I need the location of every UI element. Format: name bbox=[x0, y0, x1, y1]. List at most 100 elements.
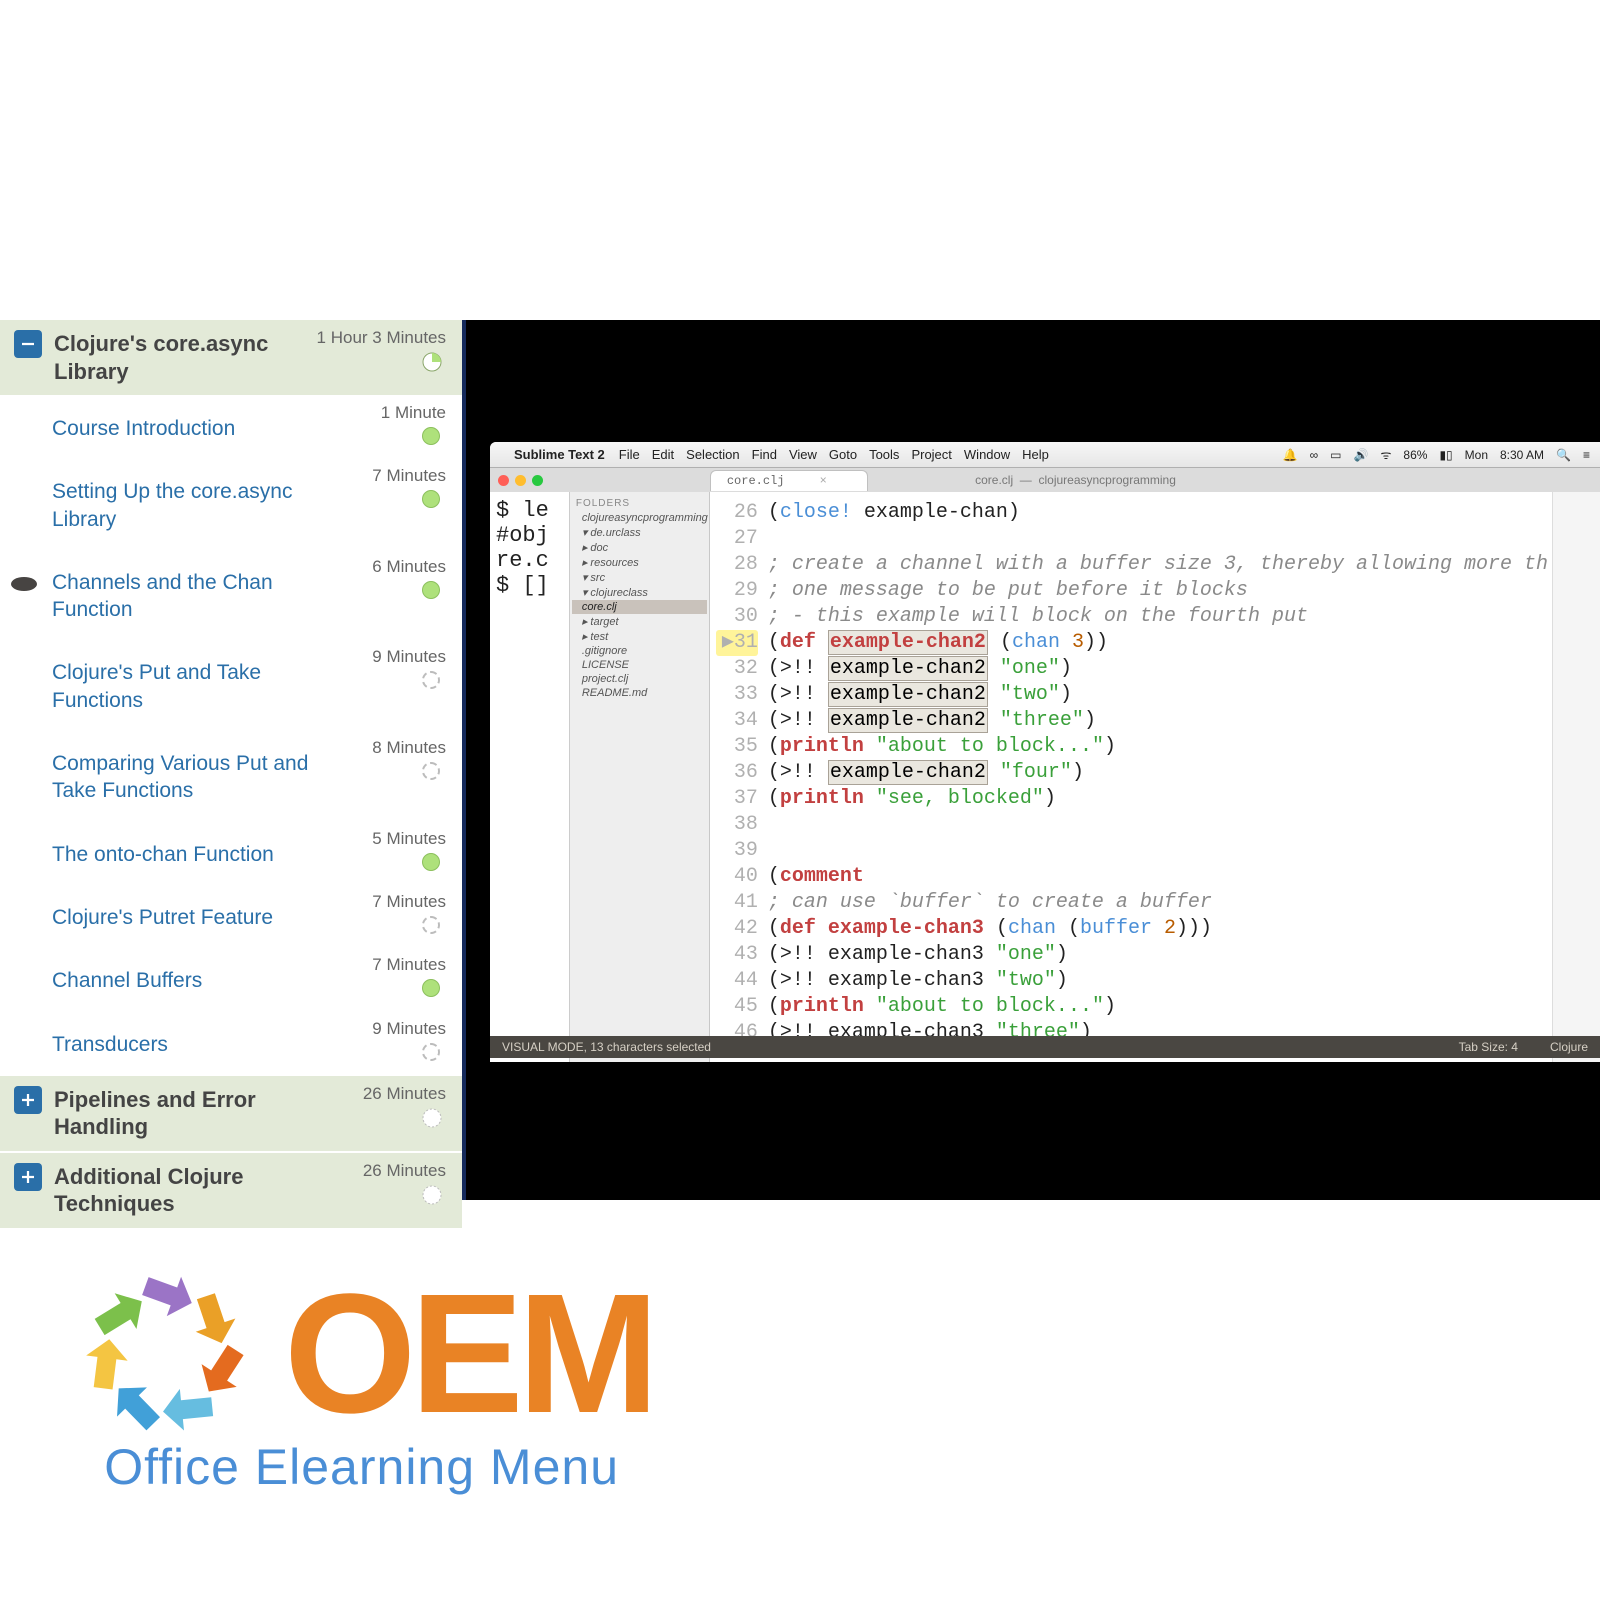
progress-pie-icon bbox=[422, 352, 442, 372]
menu-item[interactable]: Window bbox=[964, 447, 1010, 462]
term-line: #obj bbox=[496, 523, 563, 548]
menu-item[interactable]: File bbox=[619, 447, 640, 462]
brand-logo: OEM Office Elearning Menu bbox=[70, 1256, 653, 1496]
lesson-item[interactable]: Clojure's Put and Take Functions 9 Minut… bbox=[0, 641, 462, 732]
section-title: Pipelines and Error Handling bbox=[54, 1086, 304, 1141]
section-duration: 26 Minutes bbox=[363, 1161, 446, 1181]
window-title-file: core.clj bbox=[975, 473, 1013, 487]
editor-statusbar: VISUAL MODE, 13 characters selected Tab … bbox=[490, 1036, 1600, 1058]
lesson-item[interactable]: Clojure's Putret Feature 7 Minutes bbox=[0, 886, 462, 949]
menu-item[interactable]: Selection bbox=[686, 447, 739, 462]
window-chrome: core.clj — clojureasyncprogramming bbox=[490, 468, 1600, 492]
file-node[interactable]: ▾ clojureclass bbox=[572, 585, 707, 600]
infinity-icon: ∞ bbox=[1310, 448, 1319, 462]
clock-day: Mon bbox=[1465, 448, 1488, 462]
video-player[interactable]: Sublime Text 2 File Edit Selection Find View… bbox=[462, 320, 1600, 1200]
arrows-icon bbox=[70, 1259, 260, 1449]
close-icon[interactable] bbox=[498, 475, 509, 486]
expand-icon[interactable] bbox=[14, 1163, 42, 1191]
code-area[interactable]: (close! example-chan) ; create a channel… bbox=[764, 492, 1552, 1062]
progress-pie-icon bbox=[422, 1185, 442, 1205]
file-node[interactable]: .gitignore bbox=[572, 644, 707, 658]
collapse-icon[interactable] bbox=[14, 330, 42, 358]
status-dot-icon bbox=[422, 671, 440, 689]
tab-close-icon[interactable]: × bbox=[820, 474, 827, 488]
menu-icon: ≡ bbox=[1583, 448, 1590, 462]
section-duration: 26 Minutes bbox=[363, 1084, 446, 1104]
menu-item[interactable]: Help bbox=[1022, 447, 1049, 462]
lesson-duration: 9 Minutes bbox=[372, 1019, 446, 1039]
file-node[interactable]: core.clj bbox=[572, 600, 707, 614]
mac-menubar: Sublime Text 2 File Edit Selection Find View… bbox=[490, 442, 1600, 468]
file-node[interactable]: README.md bbox=[572, 686, 707, 700]
status-lang[interactable]: Clojure bbox=[1550, 1040, 1588, 1054]
course-nav: Clojure's core.async Library 1 Hour 3 Mi… bbox=[0, 320, 462, 1200]
file-node[interactable]: ▾ de.urclass bbox=[572, 525, 707, 540]
status-dot-icon bbox=[422, 1043, 440, 1061]
lesson-item[interactable]: Channels and the Chan Function 6 Minutes bbox=[0, 551, 462, 642]
lesson-duration: 1 Minute bbox=[381, 403, 446, 423]
status-dot-icon bbox=[422, 979, 440, 997]
file-node[interactable]: clojureasyncprogramming bbox=[572, 511, 707, 525]
file-node[interactable]: ▾ src bbox=[572, 570, 707, 585]
file-node[interactable]: ▸ resources bbox=[572, 555, 707, 570]
sidebar-header: FOLDERS bbox=[572, 496, 707, 511]
lesson-item[interactable]: Transducers 9 Minutes bbox=[0, 1013, 462, 1076]
status-dot-icon bbox=[422, 916, 440, 934]
lesson-title: Comparing Various Put and Take Functions bbox=[52, 750, 322, 805]
lesson-item[interactable]: Channel Buffers 7 Minutes bbox=[0, 949, 462, 1012]
minimap[interactable] bbox=[1552, 492, 1600, 1062]
line-gutter: 2627282930▶31323334353637383940414243444… bbox=[710, 492, 764, 1062]
volume-icon: 🔊 bbox=[1353, 448, 1368, 462]
lesson-item[interactable]: Course Introduction 1 Minute bbox=[0, 397, 462, 460]
section-duration: 1 Hour 3 Minutes bbox=[317, 328, 446, 348]
menu-item[interactable]: Project bbox=[911, 447, 951, 462]
window-title-project: clojureasyncprogramming bbox=[1038, 473, 1175, 487]
status-dot-icon bbox=[422, 427, 440, 445]
menu-item[interactable]: Tools bbox=[869, 447, 899, 462]
progress-pie-icon bbox=[422, 1108, 442, 1128]
expand-icon[interactable] bbox=[14, 1086, 42, 1114]
screen-icon: ▭ bbox=[1330, 448, 1341, 462]
lesson-item[interactable]: Setting Up the core.async Library 7 Minu… bbox=[0, 460, 462, 551]
status-mode: VISUAL MODE, 13 characters selected bbox=[502, 1040, 711, 1054]
status-dot-icon bbox=[422, 762, 440, 780]
lesson-title: Channels and the Chan Function bbox=[52, 569, 322, 624]
minimize-icon[interactable] bbox=[515, 475, 526, 486]
menu-item[interactable]: Find bbox=[752, 447, 777, 462]
lesson-title: The onto-chan Function bbox=[52, 841, 274, 868]
status-tabsize[interactable]: Tab Size: 4 bbox=[1459, 1040, 1518, 1054]
code-editor[interactable]: core.clj × 2627282930▶313233343536373839… bbox=[710, 492, 1600, 1062]
lesson-item[interactable]: The onto-chan Function 5 Minutes bbox=[0, 823, 462, 886]
section-header-expanded[interactable]: Clojure's core.async Library 1 Hour 3 Mi… bbox=[0, 320, 462, 397]
zoom-icon[interactable] bbox=[532, 475, 543, 486]
file-node[interactable]: ▸ test bbox=[572, 629, 707, 644]
menu-item[interactable]: Edit bbox=[652, 447, 674, 462]
lesson-duration: 6 Minutes bbox=[372, 557, 446, 577]
file-node[interactable]: ▸ target bbox=[572, 614, 707, 629]
section-title: Clojure's core.async Library bbox=[54, 330, 304, 385]
lesson-title: Setting Up the core.async Library bbox=[52, 478, 322, 533]
section-header-collapsed[interactable]: Additional Clojure Techniques 26 Minutes bbox=[0, 1153, 462, 1230]
wifi-icon: ᯤ bbox=[1380, 446, 1391, 463]
section-title: Additional Clojure Techniques bbox=[54, 1163, 304, 1218]
battery-icon: ▮▯ bbox=[1439, 448, 1452, 462]
term-line: $ le bbox=[496, 498, 563, 523]
menu-item[interactable]: View bbox=[789, 447, 817, 462]
editor-tab[interactable]: core.clj × bbox=[710, 470, 868, 491]
app-name: Sublime Text 2 bbox=[514, 447, 605, 462]
file-node[interactable]: LICENSE bbox=[572, 658, 707, 672]
traffic-lights[interactable] bbox=[498, 475, 543, 486]
menu-item[interactable]: Goto bbox=[829, 447, 857, 462]
term-line: $ [] bbox=[496, 573, 563, 598]
lesson-duration: 8 Minutes bbox=[372, 738, 446, 758]
file-node[interactable]: ▸ doc bbox=[572, 540, 707, 555]
term-line: re.c bbox=[496, 548, 563, 573]
section-header-collapsed[interactable]: Pipelines and Error Handling 26 Minutes bbox=[0, 1076, 462, 1153]
lesson-duration: 7 Minutes bbox=[372, 466, 446, 486]
lesson-duration: 7 Minutes bbox=[372, 955, 446, 975]
file-node[interactable]: project.clj bbox=[572, 672, 707, 686]
lesson-item[interactable]: Comparing Various Put and Take Functions… bbox=[0, 732, 462, 823]
file-sidebar[interactable]: FOLDERS clojureasyncprogramming ▾ de.urc… bbox=[570, 492, 710, 1062]
lesson-duration: 5 Minutes bbox=[372, 829, 446, 849]
